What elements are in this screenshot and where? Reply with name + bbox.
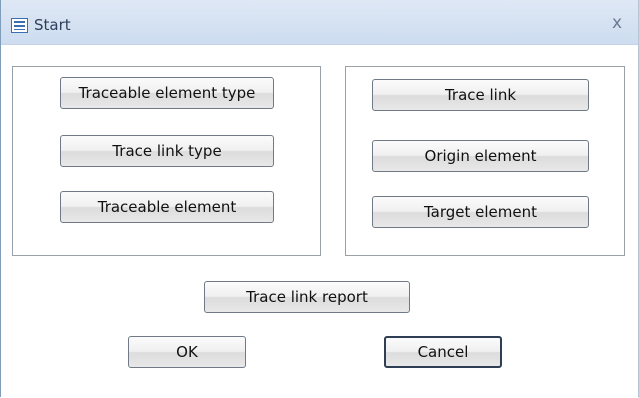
trace-link-button[interactable]: Trace link — [372, 79, 589, 111]
trace-links-group: Trace link Origin element Target element — [345, 66, 625, 256]
start-dialog: Start x Traceable element type Trace lin… — [0, 0, 639, 397]
cancel-button[interactable]: Cancel — [384, 336, 502, 368]
origin-element-button[interactable]: Origin element — [372, 140, 589, 172]
traceable-element-type-button[interactable]: Traceable element type — [60, 77, 274, 109]
element-types-group: Traceable element type Trace link type T… — [12, 66, 321, 256]
ok-button[interactable]: OK — [128, 336, 246, 368]
title-bar[interactable]: Start x — [1, 0, 638, 45]
target-element-button[interactable]: Target element — [372, 196, 589, 228]
dialog-body: Traceable element type Trace link type T… — [1, 45, 638, 397]
window-title: Start — [34, 16, 71, 34]
trace-link-report-button[interactable]: Trace link report — [204, 281, 410, 313]
traceable-element-button[interactable]: Traceable element — [60, 191, 274, 223]
trace-link-type-button[interactable]: Trace link type — [60, 135, 274, 167]
form-icon — [11, 18, 28, 33]
close-icon[interactable]: x — [607, 13, 627, 33]
